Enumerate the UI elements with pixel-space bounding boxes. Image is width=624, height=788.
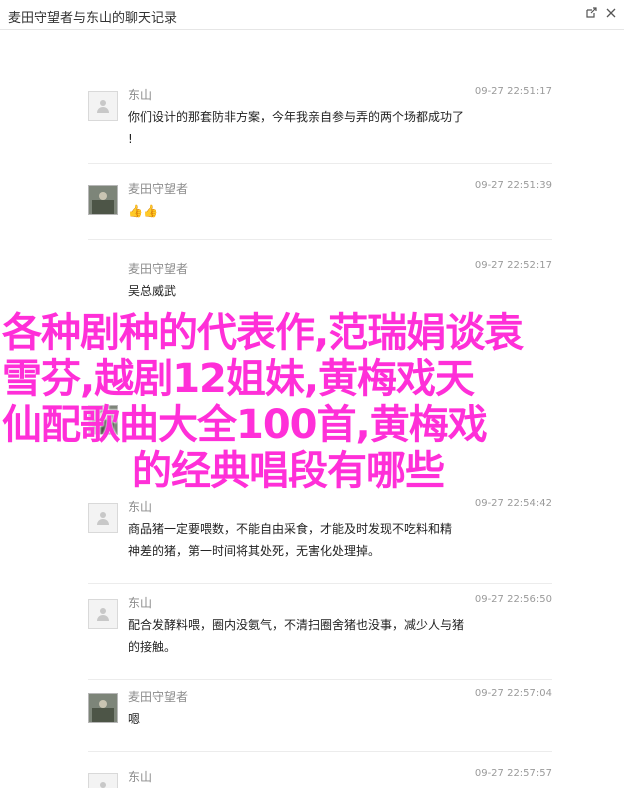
message-text: 👍👍 (128, 204, 158, 218)
close-icon[interactable] (602, 4, 620, 22)
message-time: 09-27 22:56:50 (474, 594, 552, 605)
sender-name: 东山 (128, 770, 153, 784)
message-text: 嗯 (128, 712, 141, 726)
avatar[interactable] (88, 185, 118, 215)
overlay-line-2: 雪芬,越剧12姐妹,黄梅戏天 (2, 356, 475, 402)
message-text: 你们设计的那套防非方案，今年我亲自参与弄的两个场都成功了 ! (128, 110, 465, 146)
message-item: 东山 09-27 22:56:50 配合发酵料喂，圈内没氨气，不清扫圈舍猪也没事… (88, 594, 552, 680)
message-item: 麦田守望者 09-27 22:51:39 👍👍 (88, 180, 552, 240)
popout-icon[interactable] (582, 4, 600, 22)
message-time: 09-27 22:51:17 (474, 86, 552, 97)
sender-name: 东山 (128, 596, 153, 610)
message-item: 东山 09-27 22:51:17 你们设计的那套防非方案，今年我亲自参与弄的两… (88, 86, 552, 164)
window-title: 麦田守望者与东山的聊天记录 (8, 11, 178, 26)
avatar[interactable] (88, 773, 118, 788)
message-time: 09-27 22:54:42 (474, 498, 552, 509)
message-item: 东山 09-27 22:54:42 商品猪一定要喂数，不能自由采食，才能及时发现… (88, 498, 552, 584)
message-time: 09-27 22:52:17 (474, 260, 552, 271)
sender-name: 东山 (128, 500, 153, 514)
title-bar: 麦田守望者与东山的聊天记录 (0, 0, 624, 30)
overlay-line-3: 仙配歌曲大全100首,黄梅戏 (2, 402, 488, 448)
sender-name: 麦田守望者 (128, 182, 189, 196)
message-text: 配合发酵料喂，圈内没氨气，不清扫圈舍猪也没事，减少人与猪 的接触。 (128, 618, 465, 654)
overlay-line-4: 的经典唱段有哪些 (132, 448, 445, 494)
message-item: 麦田守望者 09-27 22:57:04 嗯 (88, 688, 552, 752)
sender-name: 麦田守望者 (128, 690, 189, 704)
avatar[interactable] (88, 91, 118, 121)
sender-name: 麦田守望者 (128, 262, 189, 276)
message-time: 09-27 22:57:04 (474, 688, 552, 699)
avatar[interactable] (88, 503, 118, 533)
avatar[interactable] (88, 599, 118, 629)
message-time: 09-27 22:51:39 (474, 180, 552, 191)
sender-name: 东山 (128, 88, 153, 102)
message-time: 09-27 22:57:57 (474, 768, 552, 779)
overlay-line-1: 各种剧种的代表作,范瑞娟谈袁 (2, 310, 524, 356)
overlay-headline: 各种剧种的代表作,范瑞娟谈袁 雪芬,越剧12姐妹,黄梅戏天 仙配歌曲大全100首… (2, 310, 622, 494)
message-text: 吴总威武 (128, 284, 177, 298)
avatar[interactable] (88, 693, 118, 723)
message-text: 商品猪一定要喂数，不能自由采食，才能及时发现不吃料和精 神差的猪，第一时间将其处… (128, 522, 453, 558)
message-item: 东山 09-27 22:57:57 (88, 768, 552, 788)
